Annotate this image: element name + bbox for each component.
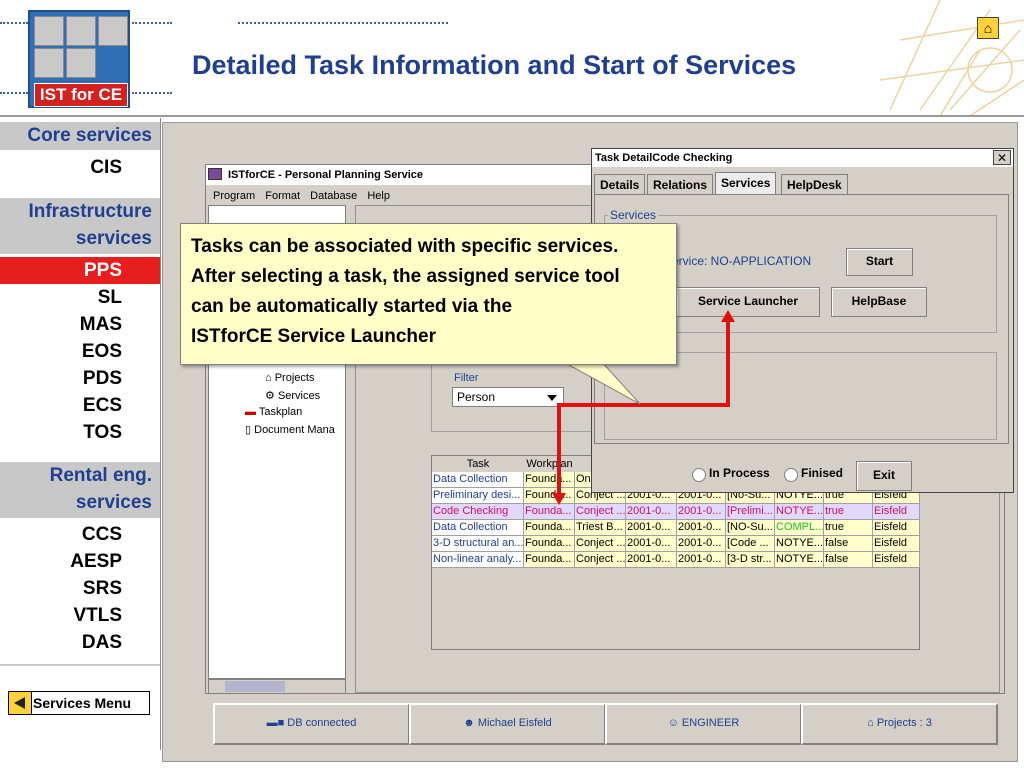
callout-line: ISTforCE Service Launcher <box>191 326 436 347</box>
pointer-arrow <box>552 310 735 505</box>
callout-line: can be automatically started via the <box>191 296 513 317</box>
arrow-head-up <box>721 310 735 322</box>
callout-tail <box>559 359 641 405</box>
explanation-callout: Tasks can be associated with specific se… <box>180 223 677 365</box>
arrow-head-down <box>552 493 566 505</box>
callout-line: Tasks can be associated with specific se… <box>191 236 619 257</box>
callout-line: After selecting a task, the assigned ser… <box>191 266 620 287</box>
